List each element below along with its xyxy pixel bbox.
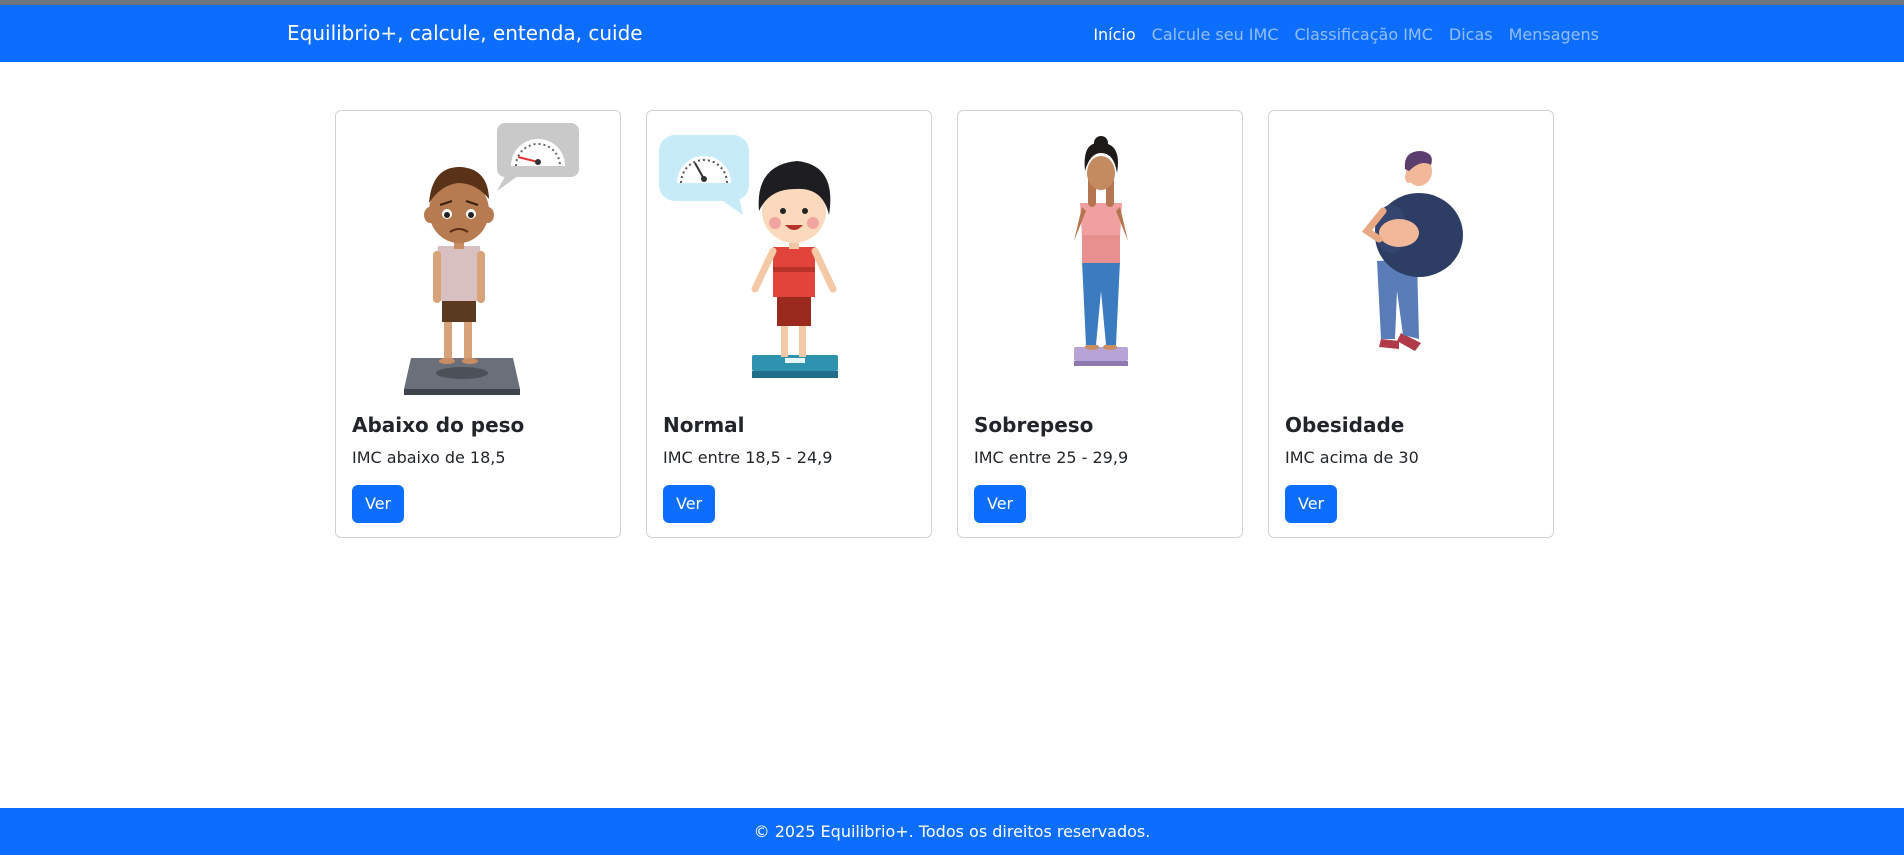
nav-link-dicas[interactable]: Dicas (1449, 25, 1493, 44)
ver-button-normal[interactable]: Ver (663, 485, 716, 523)
card-text: IMC abaixo de 18,5 (352, 448, 506, 467)
card-sobrepeso: Sobrepeso IMC entre 25 - 29,9 Ver (957, 110, 1243, 538)
footer: © 2025 Equilibrio+. Todos os direitos re… (0, 808, 1904, 855)
navbar: Equilibrio+, calcule, entenda, cuide Iní… (0, 5, 1904, 62)
card-text: IMC acima de 30 (1285, 448, 1419, 467)
card-text: IMC entre 18,5 - 24,9 (663, 448, 833, 467)
overweight-woman-on-scale-icon (1074, 136, 1128, 366)
card-abaixo-do-peso: Abaixo do peso IMC abaixo de 18,5 Ver (335, 110, 621, 538)
normal-boy-on-scale-icon (659, 135, 838, 378)
card-title: Obesidade (1285, 413, 1405, 437)
navbar-brand[interactable]: Equilibrio+, calcule, entenda, cuide (287, 21, 643, 45)
nav-link-calcule-imc[interactable]: Calcule seu IMC (1152, 25, 1279, 44)
card-title: Sobrepeso (974, 413, 1094, 437)
ver-button-sobrepeso[interactable]: Ver (974, 485, 1027, 523)
nav-link-classificacao-imc[interactable]: Classificação IMC (1295, 25, 1433, 44)
nav-link-mensagens[interactable]: Mensagens (1509, 25, 1599, 44)
card-obesidade: Obesidade IMC acima de 30 Ver (1268, 110, 1554, 538)
nav-links: Início Calcule seu IMC Classificação IMC… (1093, 25, 1599, 44)
card-title: Normal (663, 413, 745, 437)
obese-man-walking-icon (1361, 151, 1463, 351)
footer-text: © 2025 Equilibrio+. Todos os direitos re… (753, 822, 1151, 841)
ver-button-obesidade[interactable]: Ver (1285, 485, 1338, 523)
nav-link-inicio[interactable]: Início (1093, 25, 1135, 44)
card-text: IMC entre 25 - 29,9 (974, 448, 1129, 467)
card-title: Abaixo do peso (352, 413, 525, 437)
ver-button-abaixo-do-peso[interactable]: Ver (352, 485, 405, 523)
underweight-boy-on-scale-icon (404, 123, 579, 395)
card-normal: Normal IMC entre 18,5 - 24,9 Ver (646, 110, 932, 538)
bmi-cards: Abaixo do peso IMC abaixo de 18,5 Ver No… (335, 110, 1554, 538)
